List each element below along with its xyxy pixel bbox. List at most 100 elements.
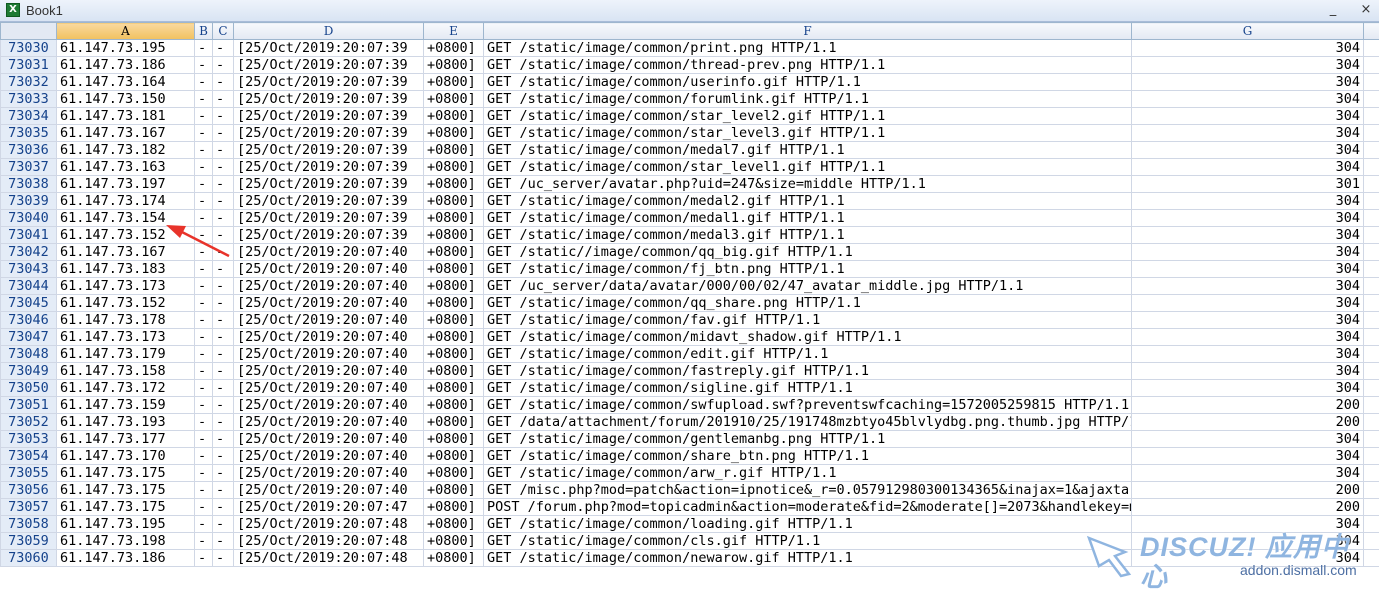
cell-status[interactable]: 304 [1131,328,1364,346]
cell-h[interactable] [1363,226,1379,244]
cell-timestamp[interactable]: [25/Oct/2019:20:07:39 [233,56,424,74]
cell-timestamp[interactable]: [25/Oct/2019:20:07:39 [233,209,424,227]
cell-c[interactable]: - [212,311,234,329]
row-header[interactable]: 73055 [0,464,57,482]
cell-b[interactable]: - [194,90,213,108]
cell-status[interactable]: 304 [1131,549,1364,567]
cell-timezone[interactable]: +0800] [423,175,484,193]
cell-request[interactable]: GET /static//image/common/qq_big.gif HTT… [483,243,1132,261]
cell-b[interactable]: - [194,311,213,329]
cell-ip[interactable]: 61.147.73.167 [56,124,195,142]
cell-timezone[interactable]: +0800] [423,124,484,142]
close-button[interactable]: × [1355,1,1377,19]
cell-request[interactable]: GET /static/image/common/midavt_shadow.g… [483,328,1132,346]
cell-h[interactable] [1363,73,1379,91]
cell-request[interactable]: GET /static/image/common/star_level3.gif… [483,124,1132,142]
cell-c[interactable]: - [212,158,234,176]
cell-request[interactable]: GET /static/image/common/swfupload.swf?p… [483,396,1132,414]
cell-c[interactable]: - [212,379,234,397]
cell-request[interactable]: GET /static/image/common/medal1.gif HTTP… [483,209,1132,227]
cell-status[interactable]: 304 [1131,73,1364,91]
cell-b[interactable]: - [194,141,213,159]
row-header[interactable]: 73057 [0,498,57,516]
cell-h[interactable] [1363,345,1379,363]
column-header-c[interactable]: C [212,22,234,40]
cell-ip[interactable]: 61.147.73.164 [56,73,195,91]
row-header[interactable]: 73037 [0,158,57,176]
cell-status[interactable]: 200 [1131,413,1364,431]
row-header[interactable]: 73059 [0,532,57,550]
cell-ip[interactable]: 61.147.73.198 [56,532,195,550]
column-header-a[interactable]: A [56,22,195,40]
cell-c[interactable]: - [212,532,234,550]
cell-c[interactable]: - [212,345,234,363]
cell-status[interactable]: 304 [1131,260,1364,278]
cell-timestamp[interactable]: [25/Oct/2019:20:07:39 [233,107,424,125]
cell-timezone[interactable]: +0800] [423,345,484,363]
cell-status[interactable]: 304 [1131,430,1364,448]
select-all-corner[interactable] [0,22,57,40]
row-header[interactable]: 73041 [0,226,57,244]
column-header-b[interactable]: B [194,22,213,40]
cell-timezone[interactable]: +0800] [423,73,484,91]
row-header[interactable]: 73042 [0,243,57,261]
spreadsheet-grid[interactable]: A B C D E F G 73030 61.147.73.195- - [25/Oc… [0,22,1379,595]
row-header[interactable]: 73053 [0,430,57,448]
cell-request[interactable]: GET /static/image/common/fav.gif HTTP/1.… [483,311,1132,329]
cell-ip[interactable]: 61.147.73.197 [56,175,195,193]
cell-c[interactable]: - [212,192,234,210]
cell-c[interactable]: - [212,56,234,74]
cell-ip[interactable]: 61.147.73.175 [56,464,195,482]
cell-c[interactable]: - [212,90,234,108]
cell-status[interactable]: 200 [1131,481,1364,499]
row-header[interactable]: 73054 [0,447,57,465]
cell-request[interactable]: GET /static/image/common/print.png HTTP/… [483,39,1132,57]
cell-request[interactable]: GET /static/image/common/sigline.gif HTT… [483,379,1132,397]
cell-c[interactable]: - [212,430,234,448]
cell-c[interactable]: - [212,141,234,159]
cell-request[interactable]: GET /static/image/common/edit.gif HTTP/1… [483,345,1132,363]
cell-ip[interactable]: 61.147.73.150 [56,90,195,108]
cell-status[interactable]: 304 [1131,209,1364,227]
cell-ip[interactable]: 61.147.73.178 [56,311,195,329]
cell-b[interactable]: - [194,243,213,261]
minimize-button[interactable]: _ [1322,1,1344,19]
cell-request[interactable]: GET /data/attachment/forum/201910/25/191… [483,413,1132,431]
cell-ip[interactable]: 61.147.73.186 [56,56,195,74]
cell-timestamp[interactable]: [25/Oct/2019:20:07:40 [233,345,424,363]
row-header[interactable]: 73045 [0,294,57,312]
cell-request[interactable]: GET /static/image/common/fj_btn.png HTTP… [483,260,1132,278]
row-header[interactable]: 73060 [0,549,57,567]
cell-b[interactable]: - [194,124,213,142]
row-header[interactable]: 73034 [0,107,57,125]
cell-timestamp[interactable]: [25/Oct/2019:20:07:40 [233,311,424,329]
cell-timezone[interactable]: +0800] [423,328,484,346]
cell-h[interactable] [1363,56,1379,74]
cell-h[interactable] [1363,277,1379,295]
cell-timestamp[interactable]: [25/Oct/2019:20:07:40 [233,328,424,346]
cell-timezone[interactable]: +0800] [423,277,484,295]
cell-b[interactable]: - [194,328,213,346]
cell-ip[interactable]: 61.147.73.173 [56,277,195,295]
row-header[interactable]: 73052 [0,413,57,431]
cell-b[interactable]: - [194,294,213,312]
cell-h[interactable] [1363,90,1379,108]
cell-timezone[interactable]: +0800] [423,192,484,210]
cell-b[interactable]: - [194,192,213,210]
cell-timezone[interactable]: +0800] [423,39,484,57]
cell-timestamp[interactable]: [25/Oct/2019:20:07:39 [233,158,424,176]
cell-ip[interactable]: 61.147.73.172 [56,379,195,397]
cell-b[interactable]: - [194,158,213,176]
cell-b[interactable]: - [194,277,213,295]
cell-h[interactable] [1363,107,1379,125]
cell-c[interactable]: - [212,447,234,465]
cell-c[interactable]: - [212,328,234,346]
row-header[interactable]: 73049 [0,362,57,380]
cell-status[interactable]: 304 [1131,56,1364,74]
cell-timezone[interactable]: +0800] [423,107,484,125]
cell-timestamp[interactable]: [25/Oct/2019:20:07:40 [233,396,424,414]
cell-ip[interactable]: 61.147.73.183 [56,260,195,278]
row-header[interactable]: 73030 [0,39,57,57]
cell-timezone[interactable]: +0800] [423,464,484,482]
cell-h[interactable] [1363,430,1379,448]
